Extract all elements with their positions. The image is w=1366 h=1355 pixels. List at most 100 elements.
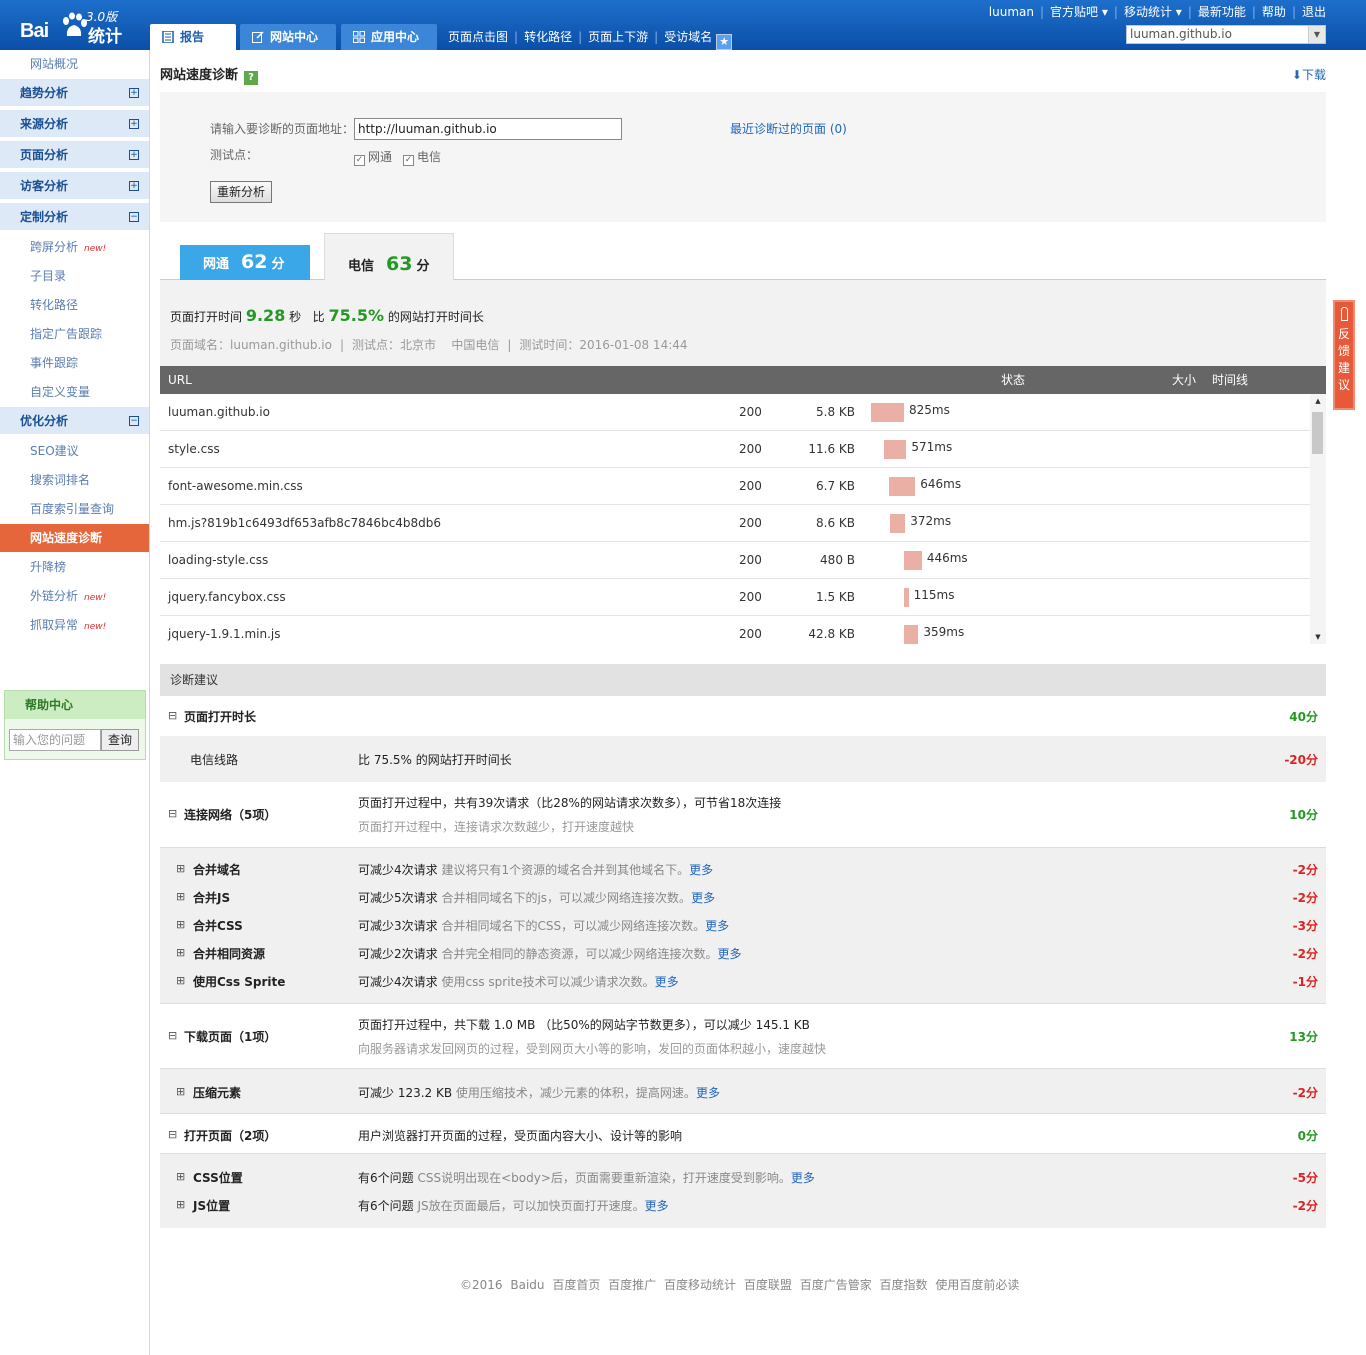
collapse-icon[interactable]: − xyxy=(129,416,139,426)
scroll-thumb[interactable] xyxy=(1312,412,1323,454)
more-link[interactable]: 更多 xyxy=(655,975,679,989)
expand-icon[interactable]: ⊞ xyxy=(176,1170,185,1183)
advice-item[interactable]: ⊞ 合并相同资源 可减少2次请求 合并完全相同的静态资源，可以减少网络连接次数。更多… xyxy=(160,945,1326,965)
caret-down-icon[interactable]: ▾ xyxy=(1098,5,1108,19)
advice-item-compress[interactable]: ⊞ 压缩元素 可减少 123.2 KB 使用压缩技术，减少元素的体积，提高网速。… xyxy=(160,1068,1326,1113)
collapse-icon[interactable]: − xyxy=(129,212,139,222)
forum-link[interactable]: 官方贴吧 xyxy=(1050,5,1098,19)
footer-link-terms[interactable]: 使用百度前必读 xyxy=(935,1278,1019,1292)
sidebar-group-source[interactable]: 来源分析 + xyxy=(0,110,149,138)
sublink-updown[interactable]: 页面上下游 xyxy=(588,30,648,44)
expand-icon[interactable]: + xyxy=(129,88,139,98)
sidebar-group-trend[interactable]: 趋势分析 + xyxy=(0,79,149,107)
expand-icon[interactable]: ⊞ xyxy=(176,1198,185,1211)
sidebar-item-keyword-rank[interactable]: 搜索词排名 xyxy=(0,466,149,494)
sidebar-item-seo[interactable]: SEO建议 xyxy=(0,437,149,465)
sidebar-item-event[interactable]: 事件跟踪 xyxy=(0,349,149,377)
sidebar-group-visitor[interactable]: 访客分析 + xyxy=(0,172,149,200)
advice-item[interactable]: ⊞ 合并CSS 可减少3次请求 合并相同域名下的CSS，可以减少网络连接次数。更多 -… xyxy=(160,917,1326,937)
expand-icon[interactable]: ⊞ xyxy=(176,1085,185,1098)
expand-icon[interactable]: ⊞ xyxy=(176,890,185,903)
expand-icon[interactable]: ⊞ xyxy=(176,946,185,959)
footer-link-union[interactable]: 百度联盟 xyxy=(744,1278,792,1292)
advice-item[interactable]: ⊞ 合并域名 可减少4次请求 建议将只有1个资源的域名合并到其他域名下。更多 -2分 xyxy=(160,861,1326,881)
sidebar-item-crossscreen[interactable]: 跨屏分析 new! xyxy=(0,233,149,261)
feedback-button[interactable]: 反馈建议 xyxy=(1333,300,1355,410)
advice-item[interactable]: ⊞ CSS位置 有6个问题 CSS说明出现在<body>后，页面需要重新渲染，打开速… xyxy=(160,1169,1326,1189)
collapse-icon[interactable]: ⊟ xyxy=(168,1029,177,1042)
download-link[interactable]: ⬇下载 xyxy=(1292,66,1326,83)
more-link[interactable]: 更多 xyxy=(691,891,715,905)
advice-item[interactable]: ⊞ 使用Css Sprite 可减少4次请求 使用css sprite技术可以减少请… xyxy=(160,973,1326,993)
check-icon[interactable]: ✓ xyxy=(403,155,414,166)
sidebar-item-rank-change[interactable]: 升降榜 xyxy=(0,553,149,581)
table-row[interactable]: style.css 200 11.6 KB 571ms xyxy=(160,431,1310,468)
url-input[interactable]: http://luuman.github.io xyxy=(354,118,622,140)
resource-table[interactable]: luuman.github.io 200 5.8 KB 825ms style.css 2… xyxy=(160,394,1326,644)
sidebar-item-ad-tracking[interactable]: 指定广告跟踪 xyxy=(0,320,149,348)
help-icon[interactable]: ? xyxy=(244,71,259,85)
tab-wangtong[interactable]: 网通 62 分 xyxy=(180,245,310,280)
advice-section-render[interactable]: ⊟ 打开页面（2项） 用户浏览器打开页面的过程，受页面内容大小、设计等的影响 0… xyxy=(160,1113,1326,1153)
sidebar-item-speed[interactable]: 网站速度诊断 xyxy=(0,524,149,552)
footer-link-mobile[interactable]: 百度移动统计 xyxy=(664,1278,736,1292)
check-icon[interactable]: ✓ xyxy=(354,155,365,166)
tab-report[interactable]: 报告 xyxy=(150,24,236,50)
sidebar-item-index[interactable]: 百度索引量查询 xyxy=(0,495,149,523)
expand-icon[interactable]: + xyxy=(129,181,139,191)
more-link[interactable]: 更多 xyxy=(705,919,729,933)
more-link[interactable]: 更多 xyxy=(689,863,713,877)
table-row[interactable]: jquery-1.9.1.min.js 200 42.8 KB 359ms xyxy=(160,616,1310,644)
caret-down-icon[interactable]: ▾ xyxy=(1172,5,1182,19)
scroll-down-icon[interactable]: ▼ xyxy=(1310,633,1326,641)
reanalyze-button[interactable]: 重新分析 xyxy=(210,181,272,203)
table-row[interactable]: luuman.github.io 200 5.8 KB 825ms xyxy=(160,394,1310,431)
collapse-icon[interactable]: ⊟ xyxy=(168,1128,177,1141)
sidebar-group-page[interactable]: 页面分析 + xyxy=(0,141,149,169)
footer-link-promo[interactable]: 百度推广 xyxy=(608,1278,656,1292)
help-link[interactable]: 帮助 xyxy=(1262,5,1286,19)
help-search-button[interactable]: 查询 xyxy=(101,729,139,751)
sidebar-item-conversion[interactable]: 转化路径 xyxy=(0,291,149,319)
sidebar-group-custom[interactable]: 定制分析 − xyxy=(0,203,149,231)
mobile-stats-link[interactable]: 移动统计 xyxy=(1124,5,1172,19)
footer-link-index[interactable]: 百度指数 xyxy=(880,1278,928,1292)
user-link[interactable]: luuman xyxy=(989,5,1034,19)
advice-section-download[interactable]: ⊟ 下载页面（1项） 页面打开过程中，共下载 1.0 MB （比50%的网站字节… xyxy=(160,1003,1326,1068)
site-select[interactable]: luuman.github.io ▼ xyxy=(1126,25,1326,44)
sidebar-group-optimize[interactable]: 优化分析 − xyxy=(0,407,149,435)
expand-icon[interactable]: ⊞ xyxy=(176,918,185,931)
table-row[interactable]: loading-style.css 200 480 B 446ms xyxy=(160,542,1310,579)
collapse-icon[interactable]: ⊟ xyxy=(168,807,177,820)
sidebar-item-custom-var[interactable]: 自定义变量 xyxy=(0,378,149,406)
sidebar-item-subdir[interactable]: 子目录 xyxy=(0,262,149,290)
advice-section-open-time[interactable]: ⊟ 页面打开时长 40分 xyxy=(160,696,1326,736)
checkbox-dianxin[interactable]: ✓ 电信 xyxy=(403,148,441,166)
sublink-domain[interactable]: 受访域名 xyxy=(664,30,712,44)
tab-dianxin[interactable]: 电信 63 分 xyxy=(324,233,454,280)
advice-item[interactable]: ⊞ 合并JS 可减少5次请求 合并相同域名下的js，可以减少网络连接次数。更多 -2分 xyxy=(160,889,1326,909)
sidebar-item-backlinks[interactable]: 外链分析 new! xyxy=(0,582,149,610)
footer-link-ad[interactable]: 百度广告管家 xyxy=(800,1278,872,1292)
table-row[interactable]: hm.js?819b1c6493df653afb8c7846bc4b8db6 20… xyxy=(160,505,1310,542)
table-scrollbar[interactable]: ▲ ▼ xyxy=(1310,394,1326,644)
more-link[interactable]: 更多 xyxy=(717,947,741,961)
sublink-conversion[interactable]: 转化路径 xyxy=(524,30,572,44)
expand-icon[interactable]: ⊞ xyxy=(176,862,185,875)
expand-icon[interactable]: + xyxy=(129,119,139,129)
more-link[interactable]: 更多 xyxy=(645,1199,669,1213)
sidebar-item-crawl-error[interactable]: 抓取异常 new! xyxy=(0,611,149,639)
table-row[interactable]: font-awesome.min.css 200 6.7 KB 646ms xyxy=(160,468,1310,505)
help-search-input[interactable]: 输入您的问题 xyxy=(9,729,101,751)
chevron-down-icon[interactable]: ▼ xyxy=(1308,26,1325,43)
checkbox-wangtong[interactable]: ✓ 网通 xyxy=(354,148,392,166)
expand-icon[interactable]: + xyxy=(129,150,139,160)
more-link[interactable]: 更多 xyxy=(791,1171,815,1185)
tab-site-center[interactable]: 网站中心 xyxy=(240,24,336,50)
tab-app-center[interactable]: 应用中心 xyxy=(341,24,437,50)
collapse-icon[interactable]: ⊟ xyxy=(168,709,177,722)
scroll-up-icon[interactable]: ▲ xyxy=(1310,397,1326,405)
advice-item[interactable]: ⊞ JS位置 有6个问题 JS放在页面最后，可以加快页面打开速度。更多 -2分 xyxy=(160,1197,1326,1217)
new-features-link[interactable]: 最新功能 xyxy=(1198,5,1246,19)
sidebar-item-overview[interactable]: 网站概况 xyxy=(0,50,149,78)
